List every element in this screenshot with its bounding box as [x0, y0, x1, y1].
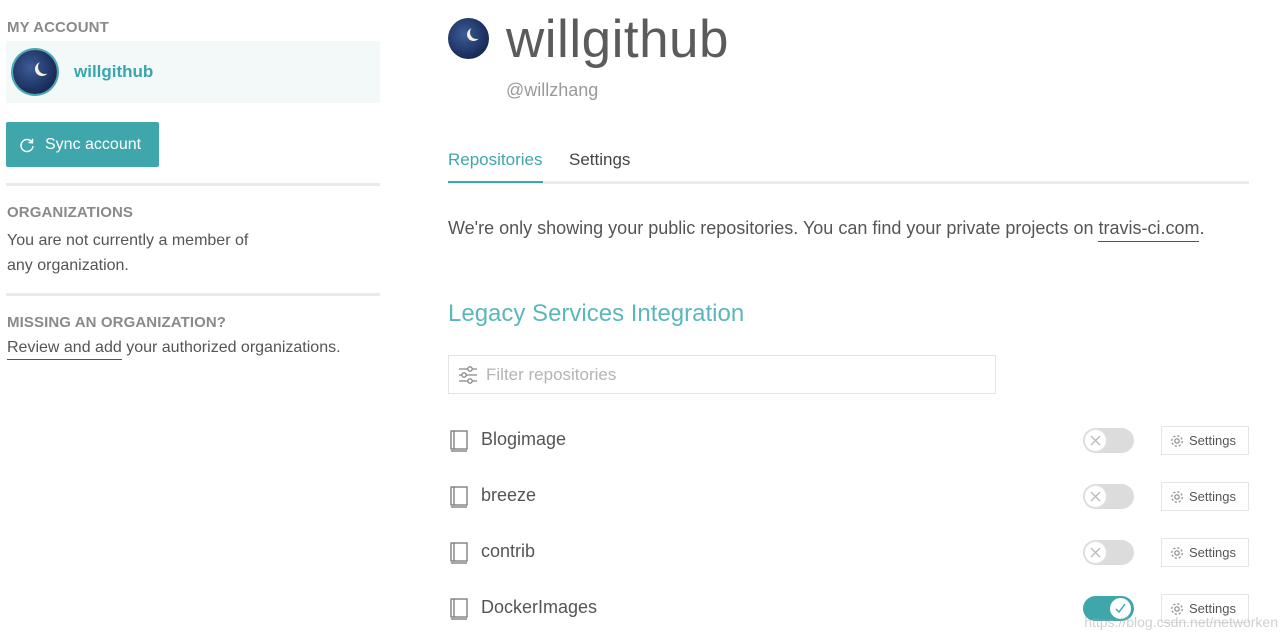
travis-ci-link[interactable]: travis-ci.com — [1098, 218, 1200, 242]
moon-icon — [470, 26, 483, 39]
repo-toggle[interactable] — [1083, 484, 1134, 509]
repo-book-icon — [450, 598, 468, 620]
repo-name: DockerImages — [481, 597, 598, 617]
filter-box — [448, 355, 996, 394]
filter-sliders-icon — [459, 366, 477, 384]
settings-label: Settings — [1189, 489, 1236, 504]
gear-icon — [1171, 546, 1183, 559]
repo-row: contrib Settings — [448, 538, 1250, 568]
filter-repositories-input[interactable] — [486, 356, 986, 393]
repo-name: Blogimage — [481, 429, 567, 449]
toggle-knob — [1084, 429, 1107, 452]
toggle-knob — [1084, 541, 1107, 564]
legacy-services-title: Legacy Services Integration — [448, 300, 745, 327]
public-repos-notice: We're only showing your public repositor… — [448, 218, 1205, 242]
tab-repositories[interactable]: Repositories — [448, 150, 543, 183]
my-account-title: MY ACCOUNT — [7, 19, 109, 36]
gear-icon — [1171, 434, 1183, 447]
avatar — [13, 50, 57, 94]
repo-toggle[interactable] — [1083, 540, 1134, 565]
settings-label: Settings — [1189, 433, 1236, 448]
sync-icon — [20, 138, 34, 152]
divider — [6, 183, 380, 186]
repo-book-icon — [450, 542, 468, 564]
missing-organization-text: Review and add your authorized organizat… — [7, 338, 379, 360]
moon-icon — [38, 60, 52, 74]
repo-settings-button[interactable]: Settings — [1161, 538, 1249, 567]
missing-organization-suffix: your authorized organizations. — [121, 339, 341, 356]
profile-name: willgithub — [506, 10, 730, 69]
tab-settings[interactable]: Settings — [569, 150, 630, 181]
x-icon — [1090, 491, 1101, 502]
organizations-text: You are not currently a member of any or… — [7, 232, 249, 274]
organizations-title: ORGANIZATIONS — [7, 204, 134, 221]
settings-label: Settings — [1189, 545, 1236, 560]
x-icon — [1090, 547, 1101, 558]
repo-name: contrib — [481, 541, 536, 561]
watermark: https://blog.csdn.net/networken — [1084, 614, 1278, 630]
repo-book-icon — [450, 486, 468, 508]
gear-icon — [1171, 490, 1183, 503]
repo-name: breeze — [481, 485, 537, 505]
repo-row: Blogimage Settings — [448, 426, 1250, 456]
repo-row: breeze Settings — [448, 482, 1250, 512]
profile-handle: @willzhang — [506, 80, 599, 100]
notice-suffix: . — [1199, 218, 1205, 238]
toggle-knob — [1084, 485, 1107, 508]
divider — [6, 293, 380, 296]
repo-book-icon — [450, 430, 468, 452]
tabs: Repositories Settings — [448, 150, 1249, 184]
x-icon — [1090, 435, 1101, 446]
account-card[interactable]: willgithub — [6, 41, 380, 103]
profile-avatar — [448, 18, 489, 59]
missing-organization-title: MISSING AN ORGANIZATION? — [7, 314, 227, 331]
notice-text: We're only showing your public repositor… — [448, 218, 1099, 238]
sync-account-button[interactable]: Sync account — [6, 122, 159, 167]
review-and-add-link[interactable]: Review and add — [7, 339, 122, 360]
repo-toggle[interactable] — [1083, 428, 1134, 453]
repo-settings-button[interactable]: Settings — [1161, 426, 1249, 455]
sync-account-label: Sync account — [45, 135, 142, 153]
repo-settings-button[interactable]: Settings — [1161, 482, 1249, 511]
account-name: willgithub — [74, 62, 154, 81]
